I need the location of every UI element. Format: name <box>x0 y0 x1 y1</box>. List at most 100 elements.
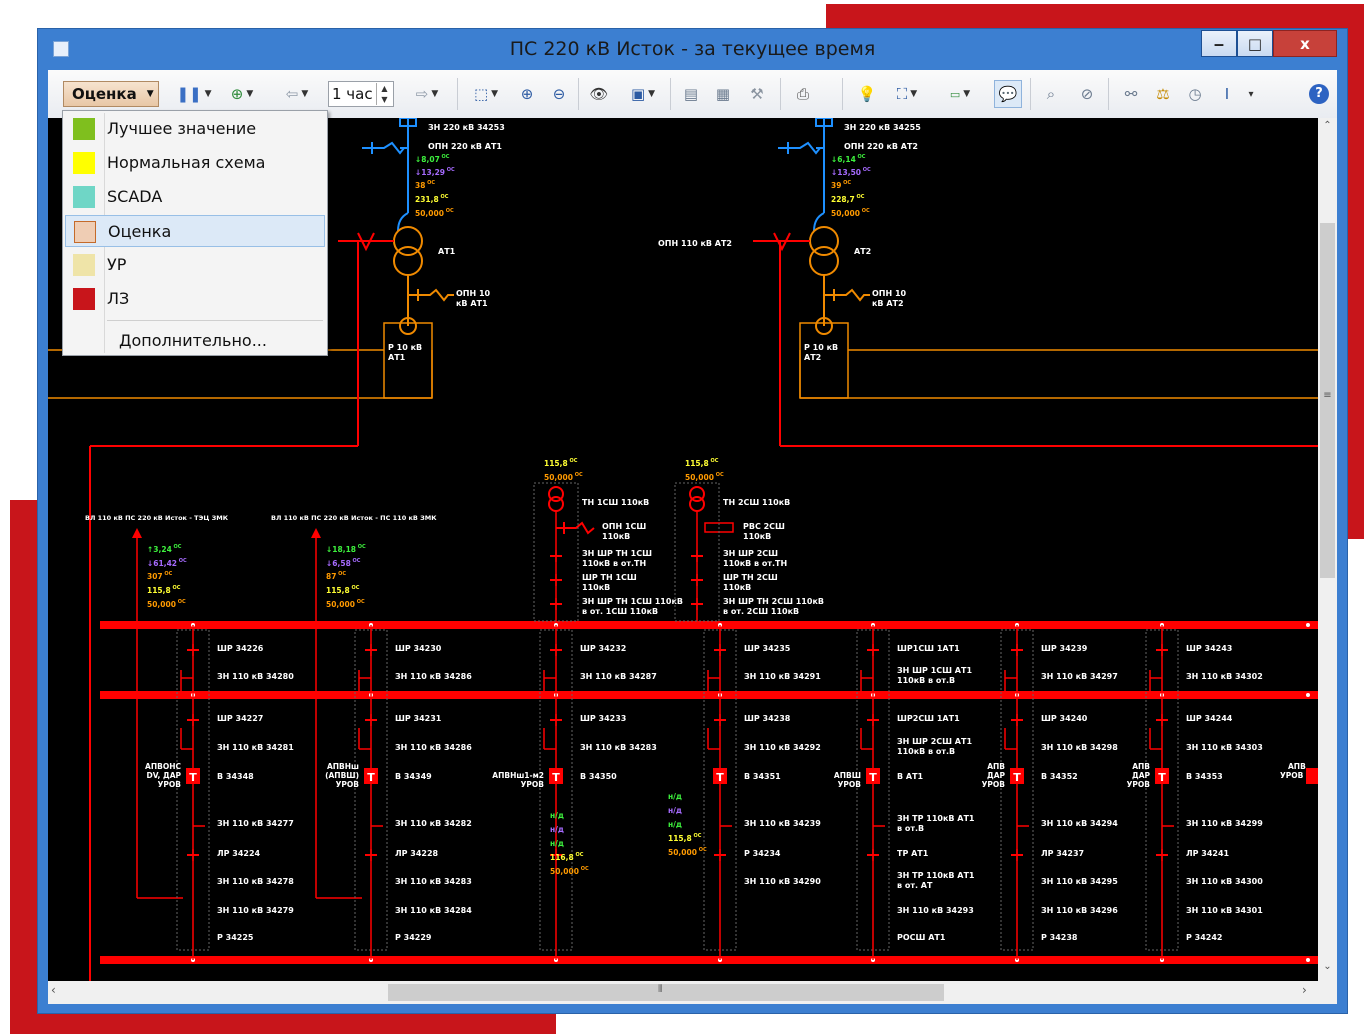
balance-button[interactable]: ⚖ <box>1150 80 1176 108</box>
vt-switch-label: ШР ТН 2СШ <box>723 573 778 582</box>
pause-button[interactable]: ❚❚ ▼ <box>175 80 213 108</box>
save-button[interactable]: ▣ ▼ <box>622 80 664 108</box>
print-button[interactable]: ⎙ <box>788 80 818 108</box>
hint-button[interactable]: 💡 <box>854 80 880 108</box>
select-button[interactable]: Ⅰ <box>1214 80 1240 108</box>
scroll-up-arrow[interactable]: ⌃ <box>1318 120 1337 138</box>
schedule-button[interactable]: ◷ <box>1182 80 1208 108</box>
measurement-f: 50,000 ОС <box>685 472 724 482</box>
time-back-button[interactable]: ⊕ ▼ <box>220 80 264 108</box>
earth-switch-label: ЗН 110 кВ 34278 <box>217 877 294 886</box>
disconnector-label: ТР АТ1 <box>897 849 929 858</box>
measurement-f: 50,000 ОС <box>544 472 583 482</box>
find-button[interactable]: 👁 <box>586 80 612 108</box>
preview-button[interactable]: ⌕ <box>1038 80 1064 108</box>
earth-switch-label: ЗН 110 кВ 34303 <box>1186 743 1263 752</box>
menu-item-normal-scheme[interactable]: Нормальная схема <box>65 147 325 179</box>
scroll-down-arrow[interactable]: ⌄ <box>1318 961 1337 979</box>
menu-item-scada[interactable]: SCADA <box>65 181 325 213</box>
breaker-glyph: T <box>189 771 197 784</box>
measurement-u: 115,8 ОС <box>668 833 702 843</box>
bus-node <box>1306 693 1310 697</box>
disconnector-label: ЛР 34224 <box>217 849 261 858</box>
disconnector-label: ШР 34244 <box>1186 714 1233 723</box>
scales-icon: ⚖ <box>1156 85 1170 103</box>
breaker-label: В АТ1 <box>897 772 924 781</box>
fullscreen-button[interactable]: ⛶ ▼ <box>886 80 928 108</box>
arrow-right-icon: ⇨ <box>415 85 429 103</box>
horizontal-scroll-thumb[interactable] <box>388 984 944 1001</box>
comments-button[interactable]: 💬 <box>994 80 1022 108</box>
doc-button[interactable]: ▤ <box>678 80 704 108</box>
disconnector-label: Р 34234 <box>744 849 781 858</box>
disconnector-label: ШР1СШ 1АТ1 <box>897 644 960 653</box>
compass-button[interactable]: ⊘ <box>1074 80 1100 108</box>
tools-button[interactable]: ⚒ <box>742 80 772 108</box>
toolbar-separator <box>670 78 671 110</box>
link-button[interactable]: ⚯ <box>1118 80 1144 108</box>
vt-switch-label: в от. 2СШ 110кВ <box>723 607 799 616</box>
help-button[interactable]: ? <box>1306 80 1332 108</box>
disconnector-label: ЛР 34237 <box>1041 849 1084 858</box>
minimize-button[interactable]: ‒ <box>1201 30 1237 57</box>
breaker-glyph: T <box>367 771 375 784</box>
earth-switch-label: ЗН 110 кВ 34286 <box>395 743 472 752</box>
measurement-u: 116,8 ОС <box>550 852 584 862</box>
arrow-left-icon: ⇦ <box>285 85 299 103</box>
interval-field[interactable]: 1 час ▲ ▼ <box>328 81 394 107</box>
scroll-left-arrow[interactable]: ‹ <box>51 983 67 1001</box>
step-forward-button[interactable]: ⇨ ▼ <box>404 80 450 108</box>
spinner-icon[interactable]: ▲ ▼ <box>376 83 392 105</box>
vertical-scrollbar[interactable]: ⌃ ≡ ⌄ <box>1318 118 1337 981</box>
oc-superscript: ОС <box>568 458 578 464</box>
measurement-f: 50,000 ОС <box>831 208 870 218</box>
fit-view-button[interactable]: ⬚ ▼ <box>464 80 508 108</box>
voltage-button[interactable]: ▭ ▼ <box>938 80 982 108</box>
oc-superscript: ОС <box>439 194 449 200</box>
earth-switch-label: ЗН 110 кВ 34277 <box>217 819 294 828</box>
overflow-button[interactable]: ▾ <box>1244 80 1258 108</box>
menu-item-label: Дополнительно... <box>119 331 267 350</box>
menu-separator <box>107 320 323 321</box>
earth-switch-label: ЗН 110 кВ 34293 <box>897 906 974 915</box>
mode-dropdown[interactable]: Оценка ▼ <box>63 81 159 107</box>
breaker-glyph: T <box>869 771 877 784</box>
zoom-in-button[interactable]: ⊕ <box>514 80 540 108</box>
vt-switch-label: ЗН ШР ТН 1СШ <box>582 549 652 558</box>
scroll-right-arrow[interactable]: › <box>1302 983 1318 1001</box>
measurement-p: ↓8,07 ОС <box>415 154 450 164</box>
disconnector-label: ШР 34227 <box>217 714 263 723</box>
earth-switch-label: ЗН 110 кВ 34280 <box>217 672 294 681</box>
zoom-out-button[interactable]: ⊖ <box>546 80 572 108</box>
opn-10-label: ОПН 10 <box>456 289 491 298</box>
opn-10-arrester <box>408 288 454 302</box>
measurement-u: 115,8 ОС <box>544 458 578 468</box>
voltage-transformer <box>548 496 564 512</box>
measurement-p: ↓18,18 ОС <box>326 544 366 554</box>
toolbar-separator <box>780 78 781 110</box>
close-button[interactable]: x <box>1273 30 1337 57</box>
earth-switch-label: ЗН 110 кВ 34299 <box>1186 819 1263 828</box>
earth-switch-label: ЗН 110 кВ 34296 <box>1041 906 1118 915</box>
protection-label: УРОВ <box>521 780 545 789</box>
calc-button[interactable]: ▦ <box>710 80 736 108</box>
menu-item-estimate[interactable]: Оценка <box>65 215 325 247</box>
measurement-u: 231,8 ОС <box>415 194 449 204</box>
menu-item-more[interactable]: Дополнительно... <box>65 325 325 357</box>
title-bar[interactable]: ПС 220 кВ Исток - за текущее время ‒ □ x <box>38 29 1347 70</box>
maximize-button[interactable]: □ <box>1237 30 1273 57</box>
protection-label: УРОВ <box>336 780 360 789</box>
earth-switch-label: в от. АТ <box>897 881 933 890</box>
menu-item-best-value[interactable]: Лучшее значение <box>65 113 325 145</box>
horizontal-scrollbar[interactable]: ‹ ⦀ › <box>48 981 1318 1004</box>
measurement-q: ↓61,42 ОС <box>147 558 187 568</box>
step-back-button[interactable]: ⇦ ▼ <box>274 80 320 108</box>
menu-item-lz[interactable]: ЛЗ <box>65 283 325 315</box>
earth-switch-label: ЗН 110 кВ 34295 <box>1041 877 1118 886</box>
menu-item-ur[interactable]: УР <box>65 249 325 281</box>
zn-220-label: ЗН 220 кВ 34253 <box>428 123 505 132</box>
vt-switch-label: ЗН ШР 2СШ <box>723 549 778 558</box>
disconnector-label: ШР 34239 <box>1041 644 1088 653</box>
oc-superscript: ОС <box>445 167 455 173</box>
earth-switch-label: ЗН 110 кВ 34302 <box>1186 672 1263 681</box>
